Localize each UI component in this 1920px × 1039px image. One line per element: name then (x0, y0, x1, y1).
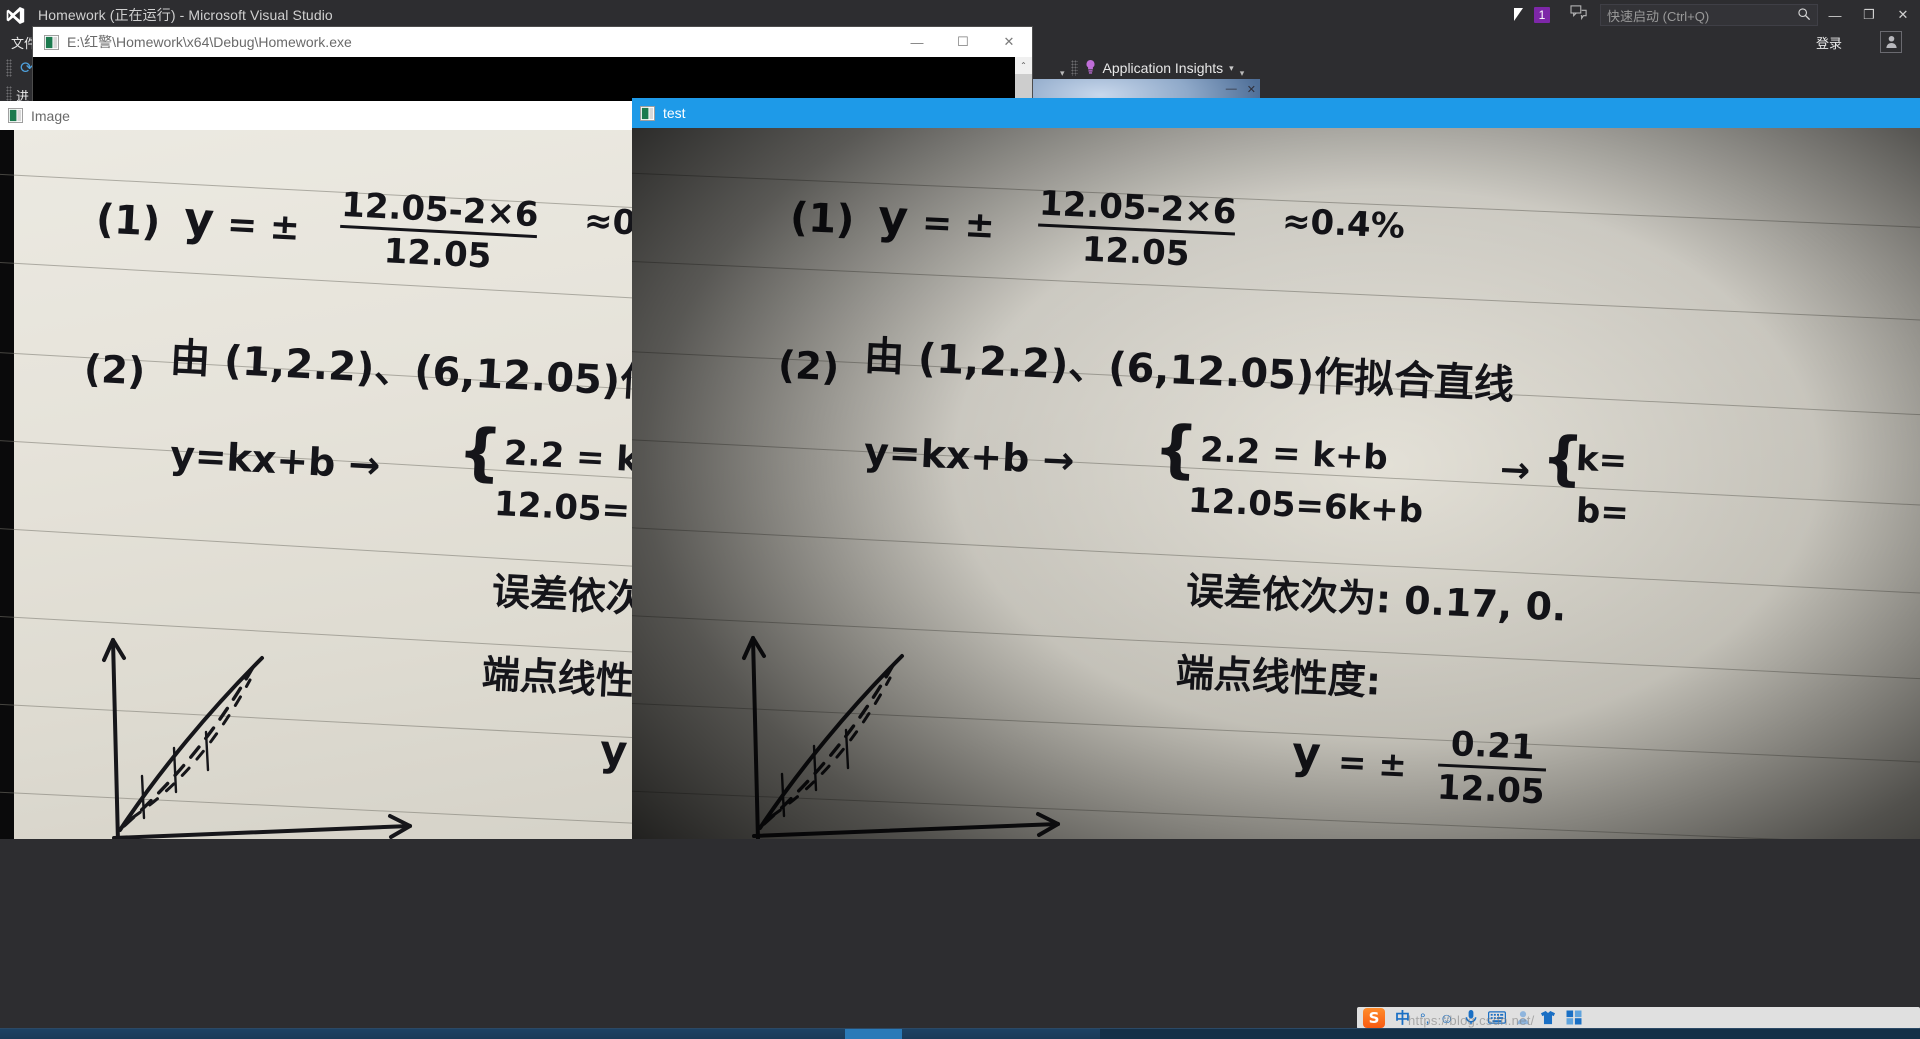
fraction-numerator-2: 0.21 (1449, 724, 1536, 768)
quick-launch-input[interactable]: 快速启动 (Ctrl+Q) (1607, 6, 1797, 25)
opencv-image-window: Image (1) y = ± 12.05-2×6 12.05 ≈0.4% (2… (0, 101, 632, 839)
notebook-photo-bright: (1) y = ± 12.05-2×6 12.05 ≈0.4% (2) 由 (1… (0, 130, 632, 839)
handwriting-equation-3: y=kx+b → (863, 429, 1076, 483)
app-insights-grip[interactable] (1070, 60, 1078, 76)
handwriting-brace-left: { (1152, 411, 1200, 486)
console-title-text: E:\红警\Homework\x64\Debug\Homework.exe (67, 34, 352, 50)
notification-badge[interactable]: 1 (1534, 7, 1550, 23)
vs-restore-button[interactable]: ❐ (1852, 0, 1886, 30)
handwriting-brace-top: 2.2 = k+b (1199, 429, 1389, 479)
vs-window-title: Homework (正在运行) - Microsoft Visual Studi… (38, 7, 333, 23)
handwriting-item-number-2: (2) (82, 346, 147, 394)
search-icon[interactable] (1797, 7, 1811, 24)
vs-minimize-button[interactable]: — (1818, 0, 1852, 30)
fraction-denominator-1: 12.05 (1036, 223, 1236, 277)
vs-close-button[interactable]: ✕ (1886, 0, 1920, 30)
lightbulb-icon (1084, 59, 1097, 78)
image-window-title-text: Image (31, 107, 70, 124)
skin-icon[interactable] (1540, 1010, 1556, 1027)
console-close-button[interactable]: ✕ (986, 27, 1032, 57)
handwriting-item-number-1: (1) (94, 196, 162, 246)
handwriting-linearity-line: 端点线性度: (1174, 650, 1382, 704)
handwriting-item-number-2: (2) (777, 342, 841, 390)
toolbar-overflow-arrow[interactable]: ▾ (1060, 68, 1065, 79)
feedback-flag-icon[interactable] (1514, 7, 1532, 21)
handwriting-result-b: b= (1575, 490, 1630, 534)
handwriting-item-number-1: (1) (788, 194, 856, 244)
console-maximize-button[interactable]: ☐ (940, 27, 986, 57)
handwriting-brace-left: { (456, 413, 505, 490)
handwriting-y-1: y (182, 191, 216, 247)
handwriting-brace-bottom: 12.05=6k+b (493, 483, 632, 537)
image-window-canvas[interactable]: (1) y = ± 12.05-2×6 12.05 ≈0.4% (2) 由 (1… (0, 130, 632, 839)
handwriting-brace-top: 2.2 = k+b (503, 433, 632, 483)
handwriting-errors-line: 误差依次为: 0.17, 0. (1185, 568, 1568, 630)
chevron-down-icon[interactable]: ▾ (1229, 63, 1234, 74)
handwriting-arrow-3: → (1499, 449, 1532, 492)
test-window-title-bar[interactable]: test (632, 98, 1920, 128)
handwriting-plusminus-2: = ± (1337, 742, 1408, 786)
sogou-logo-icon[interactable]: S (1363, 1008, 1385, 1028)
handwriting-text-2: 由 (1,2.2)、(6,12.05)作拟合直线 (863, 333, 1516, 409)
test-window-title-text: test (663, 105, 686, 121)
vs-feedback-group[interactable]: 1 (1514, 7, 1550, 23)
quick-launch-box[interactable]: 快速启动 (Ctrl+Q) (1600, 4, 1818, 26)
test-window-canvas[interactable]: (1) y = ± 12.05-2×6 12.05 ≈0.4% (2) 由 (1… (632, 128, 1920, 839)
console-title-bar[interactable]: E:\红警\Homework\x64\Debug\Homework.exe — … (33, 27, 1032, 57)
opencv-window-icon (8, 108, 23, 123)
handwriting-result-1: ≈0.4% (1281, 201, 1406, 247)
page-watermark: https://blog.csdn.net/ (1408, 1013, 1535, 1028)
app-insights-overflow-arrow[interactable]: ▾ (1240, 68, 1245, 79)
photo-edge-left (0, 130, 14, 839)
console-app-icon (44, 34, 59, 50)
rule-line (632, 258, 1920, 327)
application-insights-label[interactable]: Application Insights (1103, 60, 1224, 76)
taskbar-item-active[interactable] (845, 1028, 902, 1039)
send-feedback-icon[interactable] (1570, 4, 1588, 26)
toolbar-grip[interactable] (6, 59, 12, 77)
sign-in-link[interactable]: 登录 (1816, 30, 1842, 54)
handwriting-y-2: y (1290, 727, 1322, 780)
taskbar-item[interactable] (0, 1029, 845, 1039)
screen-root: Homework (正在运行) - Microsoft Visual Studi… (0, 0, 1920, 1039)
rule-line (0, 260, 632, 305)
handdrawn-graph (102, 638, 412, 839)
mini-close-icon[interactable]: ✕ (1247, 83, 1256, 96)
toolbox-icon[interactable] (1566, 1010, 1582, 1027)
handwriting-result-1: ≈0.4% (583, 200, 632, 248)
handwriting-y-1: y (876, 189, 910, 245)
opencv-test-window: test (1) y = ± 12.05-2×6 12.05 ≈0.4% (2)… (632, 98, 1920, 839)
handdrawn-graph (742, 636, 1060, 839)
opencv-window-icon (640, 105, 655, 121)
handwriting-fraction-1: 12.05-2×6 12.05 (1036, 184, 1237, 277)
handwriting-text-2: 由 (1,2.2)、(6,12.05)作拟合直线 (169, 335, 632, 415)
console-window-controls: — ☐ ✕ (894, 27, 1032, 57)
handwriting-result-k: k= (1575, 438, 1628, 482)
account-icon[interactable] (1880, 31, 1902, 53)
taskbar-item[interactable] (1100, 1028, 1920, 1039)
visual-studio-logo-icon (0, 0, 30, 30)
console-minimize-button[interactable]: — (894, 27, 940, 57)
handwriting-linearity-line: 端点线性度: (480, 651, 632, 707)
handwriting-errors-line: 误差依次为: 0.17, 0. (490, 569, 632, 633)
image-window-title-bar[interactable]: Image (0, 101, 632, 130)
handwriting-plusminus-1: = ± (921, 202, 996, 247)
taskbar-item[interactable] (902, 1029, 1100, 1039)
handwriting-brace-bottom: 12.05=6k+b (1187, 480, 1424, 532)
scrollbar-up-button[interactable]: ⌃ (1015, 57, 1032, 74)
background-preview-controls[interactable]: — ✕ (1226, 83, 1256, 96)
handwriting-plusminus-1: = ± (225, 204, 301, 249)
handwriting-equation-3: y=kx+b → (168, 432, 382, 488)
fraction-denominator-2: 12.05 (1436, 763, 1546, 813)
vs-title-bar[interactable]: Homework (正在运行) - Microsoft Visual Studi… (0, 0, 1920, 30)
mini-minimize-icon[interactable]: — (1226, 83, 1237, 96)
handwriting-fraction-1: 12.05-2×6 12.05 (337, 185, 540, 280)
windows-taskbar[interactable] (0, 1028, 1920, 1039)
handwriting-y-2: y (598, 725, 629, 776)
handwriting-fraction-2: 0.21 12.05 (1436, 724, 1547, 813)
notebook-photo-dark: (1) y = ± 12.05-2×6 12.05 ≈0.4% (2) 由 (1… (632, 128, 1920, 839)
vs-titlebar-right-group: 1 快速启动 (Ctrl+Q) — ❐ ✕ (1514, 0, 1920, 30)
application-insights-group[interactable]: ▾ Application Insights ▾ ▾ (1060, 54, 1244, 82)
